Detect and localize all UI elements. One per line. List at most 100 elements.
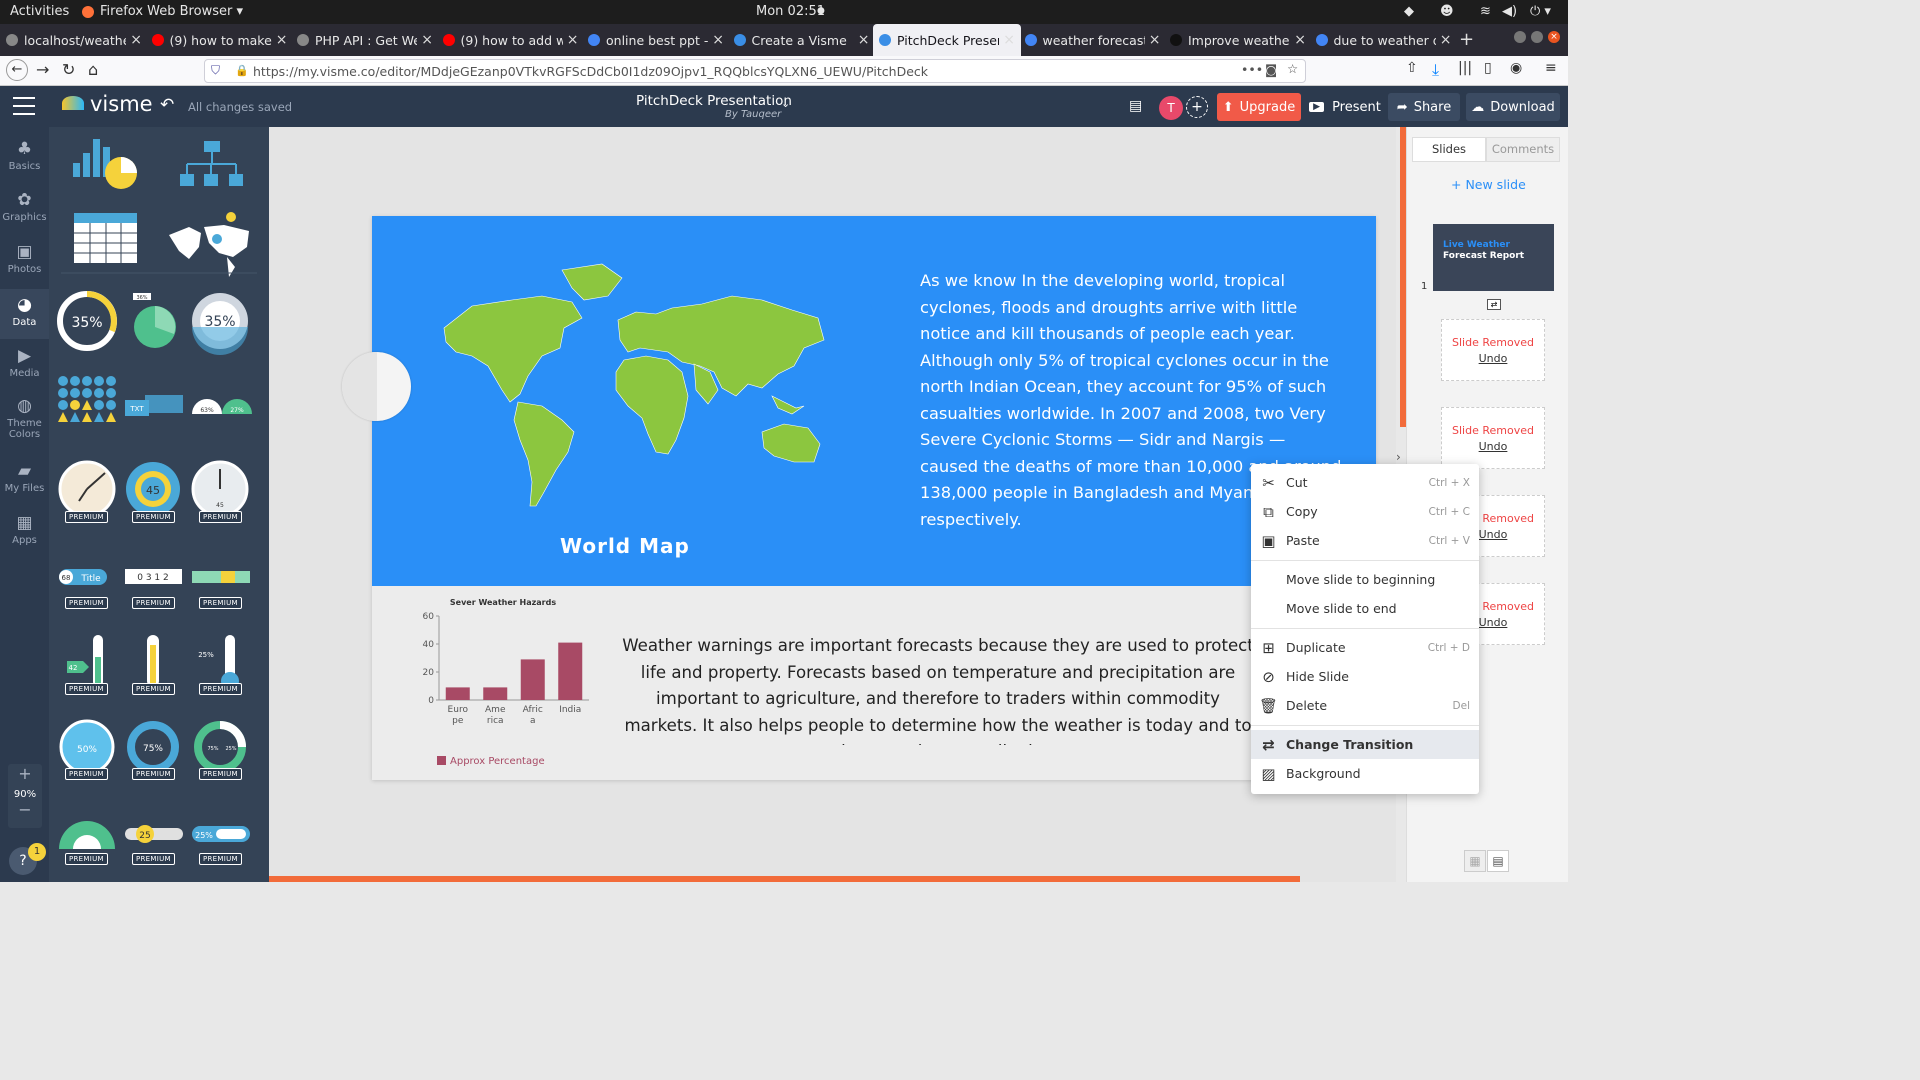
activities-button[interactable]: Activities (10, 4, 69, 19)
world-map-widget[interactable] (169, 212, 249, 277)
undo-link[interactable]: Undo (1442, 440, 1544, 453)
grid-view-icon[interactable]: ▦ (1464, 850, 1486, 872)
maximize-button[interactable] (1531, 31, 1543, 43)
close-tab-icon[interactable]: × (567, 32, 579, 48)
browser-tab[interactable]: Improve weather × (1164, 24, 1312, 56)
browser-tab[interactable]: (9) how to make w× (146, 24, 294, 56)
browser-tab[interactable]: localhost/weather.ph× (0, 24, 148, 56)
visme-logo[interactable]: visme (90, 92, 153, 116)
menu-item-delete[interactable]: 🗑 Delete Del (1251, 691, 1479, 720)
tab-slides[interactable]: Slides (1412, 137, 1486, 162)
chart-widget[interactable] (73, 139, 137, 189)
avatar[interactable]: T (1159, 96, 1183, 120)
add-collaborator-icon[interactable]: + (1186, 96, 1208, 118)
icon-array-widget[interactable] (58, 376, 116, 422)
browser-tab[interactable]: (9) how to add we × (437, 24, 585, 56)
rail-graphics[interactable]: ✿ Graphics (0, 190, 49, 223)
download-button[interactable]: ☁ Download (1466, 93, 1560, 121)
world-map-graphic[interactable] (432, 256, 832, 536)
comment-icon[interactable]: ▤ (1129, 98, 1142, 114)
close-window-button[interactable]: × (1548, 31, 1560, 43)
diagram-widget[interactable] (180, 141, 243, 186)
library-icon[interactable]: ||| (1458, 60, 1472, 76)
slide-top-section[interactable]: World Map As we know In the developing w… (372, 216, 1376, 586)
undo-link[interactable]: Undo (1442, 352, 1544, 365)
power-icon[interactable]: ⏻ ▾ (1530, 4, 1551, 19)
new-slide-button[interactable]: + New slide (1451, 177, 1526, 192)
upgrade-button[interactable]: ⬆ Upgrade (1217, 93, 1301, 121)
close-tab-icon[interactable]: × (130, 32, 142, 48)
hamburger-icon[interactable] (13, 97, 35, 115)
close-tab-icon[interactable]: × (276, 32, 288, 48)
browser-tab[interactable]: Create a Visme × (728, 24, 876, 56)
map-title[interactable]: World Map (560, 534, 690, 558)
slide-paragraph-2[interactable]: Weather warnings are important forecasts… (618, 633, 1258, 745)
pocket-icon[interactable]: ◙ (1265, 62, 1277, 77)
new-tab-button[interactable]: + (1459, 29, 1474, 50)
rail-photos[interactable]: ▣ Photos (0, 242, 49, 275)
tab-comments[interactable]: Comments (1486, 137, 1560, 162)
home-button[interactable]: ⌂ (88, 60, 98, 79)
rail-media[interactable]: ▶ Media (0, 346, 49, 379)
menu-item-paste[interactable]: ▣ Paste Ctrl + V (1251, 526, 1479, 555)
menu-icon[interactable]: ≡ (1545, 60, 1557, 76)
rail-my-files[interactable]: ▰ My Files (0, 461, 49, 494)
url-bar[interactable]: ⛉ 🔒 https://my.visme.co/editor/MDdjeGEza… (204, 59, 1306, 83)
browser-tab[interactable]: PitchDeck Presen × (873, 24, 1021, 56)
close-tab-icon[interactable]: × (1440, 32, 1452, 48)
menu-item-cut[interactable]: ✂ Cut Ctrl + X (1251, 468, 1479, 497)
menu-item-background[interactable]: ▨ Background (1251, 759, 1479, 788)
collapse-panel-icon[interactable]: › (1396, 450, 1401, 464)
downloads-icon[interactable]: ⤓ (1432, 60, 1439, 80)
bar-chart[interactable]: Sever Weather Hazards 0 20 40 60 Europe Amer… (414, 593, 604, 773)
zoom-in-button[interactable]: + (8, 764, 42, 783)
canvas-scrollbar[interactable] (269, 876, 1300, 882)
rail-theme-colors[interactable]: ◍ Theme Colors (0, 396, 49, 440)
share-button[interactable]: ➦ Share (1388, 93, 1460, 121)
reader-icon[interactable]: ⇧ (1406, 60, 1418, 76)
volume-icon[interactable]: ◀) (1502, 4, 1517, 19)
menu-item-copy[interactable]: ⧉ Copy Ctrl + C (1251, 497, 1479, 526)
wifi-icon[interactable]: ≋ (1480, 4, 1491, 19)
rail-apps[interactable]: ▦ Apps (0, 513, 49, 546)
browser-tab[interactable]: due to weather d × (1310, 24, 1458, 56)
close-tab-icon[interactable]: × (1294, 32, 1306, 48)
clock[interactable]: Mon 02:51 (756, 4, 825, 19)
menu-item-move-to-end[interactable]: Move slide to end (1251, 594, 1479, 623)
list-view-icon[interactable]: ▤ (1487, 850, 1509, 872)
menu-item-duplicate[interactable]: ⊞ Duplicate Ctrl + D (1251, 633, 1479, 662)
forward-button[interactable]: → (36, 60, 49, 79)
browser-tab[interactable]: PHP API : Get Weath× (291, 24, 439, 56)
menu-item-move-to-beginning[interactable]: Move slide to beginning (1251, 565, 1479, 594)
reload-button[interactable]: ↻ (62, 60, 75, 79)
account-icon[interactable]: ◉ (1510, 60, 1522, 76)
document-title[interactable]: PitchDeck Presentation (636, 93, 792, 109)
sidebar-icon[interactable]: ▯ (1484, 60, 1492, 76)
page-actions-icon[interactable]: ••• (1241, 62, 1263, 77)
slide-thumbnail[interactable]: Live Weather Forecast Report (1433, 224, 1554, 291)
app-menu[interactable]: Firefox Web Browser ▾ (100, 4, 243, 19)
chevron-down-icon[interactable]: ⌄ (781, 97, 790, 110)
table-widget[interactable] (74, 213, 137, 263)
discord-icon[interactable]: ☻ (1440, 4, 1454, 19)
close-tab-icon[interactable]: × (858, 32, 870, 48)
browser-tab[interactable]: weather forecasti × (1019, 24, 1167, 56)
back-button[interactable]: ← (6, 59, 28, 81)
dropbox-icon[interactable]: ◆ (1404, 4, 1414, 19)
menu-item-hide-slide[interactable]: ⊘ Hide Slide (1251, 662, 1479, 691)
bookmark-star-icon[interactable]: ☆ (1287, 61, 1298, 76)
undo-icon[interactable]: ↶ (160, 95, 174, 115)
minimize-button[interactable] (1514, 31, 1526, 43)
close-tab-icon[interactable]: × (421, 32, 433, 48)
close-tab-icon[interactable]: × (1003, 32, 1015, 48)
rail-data[interactable]: ◕ Data (0, 289, 49, 339)
close-tab-icon[interactable]: × (1149, 32, 1161, 48)
close-tab-icon[interactable]: × (712, 32, 724, 48)
zoom-out-button[interactable]: − (8, 800, 42, 819)
rail-basics[interactable]: ♣ Basics (0, 139, 49, 172)
menu-item-change-transition[interactable]: ⇄ Change Transition (1251, 730, 1479, 759)
transition-icon[interactable]: ⇄ (1487, 299, 1501, 310)
browser-tab[interactable]: online best ppt - G× (582, 24, 730, 56)
slides-scrollbar[interactable] (1400, 127, 1406, 427)
present-button[interactable]: ▶ Present (1307, 93, 1383, 121)
